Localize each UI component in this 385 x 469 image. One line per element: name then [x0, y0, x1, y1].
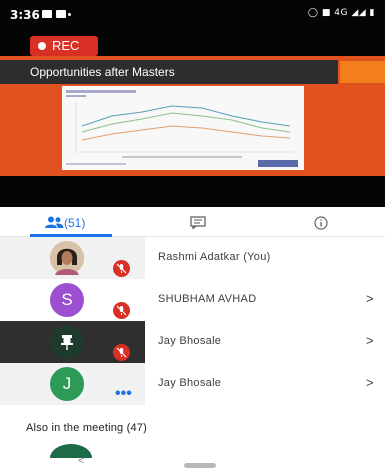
muted-mic-icon: [113, 260, 130, 277]
more-notifications-icon: [68, 13, 71, 16]
headset-icon: ◯: [307, 8, 319, 18]
presentation-slide: Opportunities after Masters: [0, 56, 385, 176]
slide-accent-strip: [340, 61, 385, 83]
avatar-letter: J: [50, 367, 84, 401]
participant-row[interactable]: Jay Bhosale >: [0, 321, 385, 363]
avatar-photo: [50, 241, 84, 275]
vibrate-icon: ■: [321, 8, 331, 18]
muted-mic-icon: [113, 344, 130, 361]
speaking-indicator-icon: •••: [115, 385, 132, 402]
message-notification-icon: [56, 10, 66, 18]
participant-tile: S: [0, 279, 145, 321]
participant-tile: [0, 321, 145, 363]
avatar-pinned: [50, 325, 84, 359]
chat-icon: [190, 216, 206, 229]
people-count: (51): [64, 216, 86, 230]
gallery-notification-icon: [42, 10, 52, 18]
participant-name: Jay Bhosale: [158, 335, 222, 347]
network-type: 4G: [334, 8, 348, 18]
participant-row[interactable]: Rashmi Adatkar (You): [0, 237, 385, 279]
chevron-right-icon[interactable]: >: [366, 375, 374, 390]
status-bar: 3:36 ◯ ■ 4G ◢◢ ▮: [0, 0, 385, 28]
slide-title: Opportunities after Masters: [30, 65, 175, 79]
recording-badge: REC: [30, 36, 98, 56]
participant-tile: J •••: [0, 363, 145, 405]
participant-tile: [0, 237, 145, 279]
tab-info[interactable]: [256, 207, 385, 237]
recording-label: REC: [52, 38, 80, 53]
participant-name: Rashmi Adatkar (You): [158, 251, 271, 263]
participant-name: SHUBHAM AVHAD: [158, 293, 257, 305]
status-time: 3:36: [10, 8, 40, 22]
people-icon: [45, 216, 64, 228]
status-indicators: ◯ ■ 4G ◢◢ ▮: [308, 8, 375, 18]
participant-name: Jay Bhosale: [158, 377, 222, 389]
back-icon[interactable]: <: [78, 455, 84, 467]
video-area[interactable]: 3:36 ◯ ■ 4G ◢◢ ▮ REC Opportunities after…: [0, 0, 385, 207]
avatar-partial: [50, 444, 92, 458]
signal-icon: ◢◢: [351, 8, 367, 18]
participant-row[interactable]: J ••• Jay Bhosale >: [0, 363, 385, 405]
battery-icon: ▮: [369, 8, 375, 18]
participant-list: Rashmi Adatkar (You) S SHUBHAM AVHAD > J…: [0, 237, 385, 405]
chevron-right-icon[interactable]: >: [366, 291, 374, 306]
participant-row[interactable]: S SHUBHAM AVHAD >: [0, 279, 385, 321]
record-dot-icon: [38, 42, 46, 50]
chevron-right-icon[interactable]: >: [366, 333, 374, 348]
info-icon: [314, 216, 328, 230]
also-in-meeting-heading: Also in the meeting (47): [26, 422, 147, 434]
muted-mic-icon: [113, 302, 130, 319]
home-pill-icon[interactable]: [184, 463, 216, 468]
tab-bar: (51): [0, 207, 385, 237]
slide-chart-image: [62, 86, 304, 170]
avatar-letter: S: [50, 283, 84, 317]
tab-people[interactable]: (51): [0, 207, 128, 237]
pin-icon: [61, 335, 73, 350]
navigation-bar: <: [0, 455, 385, 469]
tab-chat[interactable]: [128, 207, 256, 237]
